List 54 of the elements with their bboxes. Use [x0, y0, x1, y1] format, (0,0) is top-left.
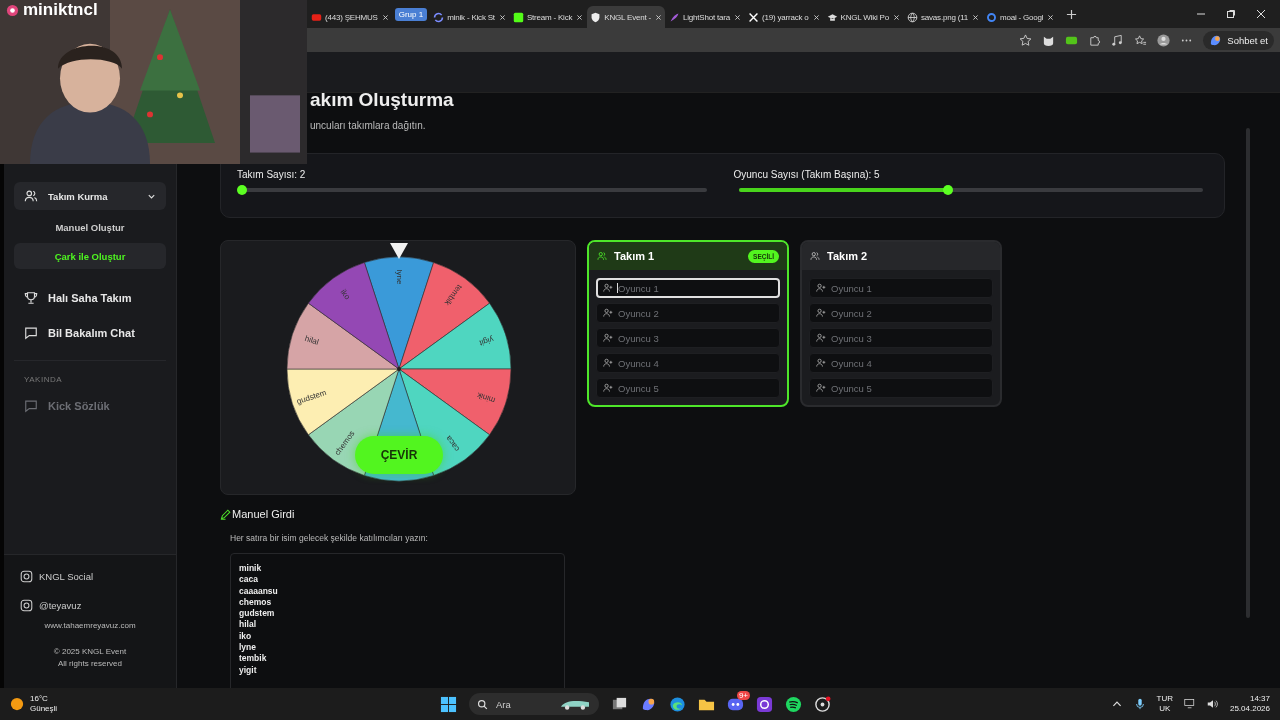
team-name: Takım 2	[827, 250, 868, 262]
nav-item[interactable]: Bil Bakalım Chat	[14, 319, 166, 347]
slider-label: Takım Sayısı: 2	[237, 169, 306, 180]
chat-button[interactable]: Sohbet et	[1203, 30, 1274, 50]
player-field[interactable]: Oyuncu 1	[809, 278, 993, 298]
notification-badge: 9+	[736, 690, 750, 700]
page-title: akım Oluşturma	[309, 90, 455, 110]
player-field[interactable]: Oyuncu 2	[596, 303, 780, 323]
weather-text: Güneşli	[30, 704, 58, 714]
browser-tab[interactable]: LightShot tara	[665, 6, 744, 28]
temperature-text: 16°C	[30, 694, 49, 704]
player-field[interactable]: Oyuncu 4	[809, 353, 993, 373]
copyright-text: © 2025 KNGL Event	[53, 646, 127, 658]
browser-tab[interactable]: moai - Googl	[983, 6, 1058, 28]
section-label: YAKINDA	[23, 375, 64, 384]
browser-tab[interactable]: (443) ŞEHMUS	[308, 6, 392, 28]
nav-subitem[interactable]: Çark ile Oluştur	[14, 243, 166, 269]
browser-tab[interactable]: (19) yarrack o	[745, 6, 823, 28]
browser-tab[interactable]: minik - Kick St	[430, 6, 509, 28]
browser-tab[interactable]: KNGL Wiki Po	[823, 6, 903, 28]
player-field[interactable]: Oyuncu 5	[596, 378, 780, 398]
segment-label: yigit	[478, 334, 495, 348]
browser-tab[interactable]: Stream - Kick	[509, 6, 587, 28]
player-field[interactable]: Oyuncu 4	[596, 353, 780, 373]
browser-tab[interactable]: savas.png (11	[904, 6, 983, 28]
website-link[interactable]: www.tahaemreyavuz.com	[44, 621, 136, 630]
clock[interactable]: 14:37 25.04.2026	[1229, 694, 1270, 714]
browser-tab[interactable]: KNGL Event -	[587, 6, 665, 28]
segment-label: iko	[338, 287, 352, 302]
channel-name: miniktncl	[23, 0, 98, 20]
segment-label: hilal	[303, 333, 320, 347]
section-title: Manuel Girdi	[232, 508, 295, 520]
player-field[interactable]: Oyuncu 3	[596, 328, 780, 348]
team-card[interactable]: Takım 2 Oyuncu 1 Oyuncu 2 Oyuncu 3 Oyuncu 4 Oyuncu 5	[800, 240, 1002, 407]
player-field[interactable]: Oyuncu 2	[809, 303, 993, 323]
spin-button[interactable]: ÇEVİR	[355, 436, 443, 474]
player-field[interactable]: Oyuncu 3	[809, 328, 993, 348]
player-field[interactable]: Oyuncu 5	[809, 378, 993, 398]
nav-item[interactable]: Takım Kurma	[14, 182, 166, 210]
segment-label: minik	[475, 390, 497, 405]
segment-label: lyne	[394, 269, 404, 285]
slider-label: Oyuncu Sayısı (Takım Başına): 5	[733, 169, 880, 180]
rights-text: All rights reserved	[58, 658, 122, 670]
input-hint: Her satıra bir isim gelecek şekilde katılımcıları yazın:	[230, 533, 429, 543]
social-link[interactable]: @teyavuz	[20, 596, 82, 614]
search-field[interactable]: Ara	[469, 693, 599, 715]
language-indicator[interactable]: TUR UK	[1156, 694, 1173, 714]
names-field[interactable]: minik caca caaaansu chemos gudstem hilal iko lyne tembik yigit	[230, 553, 565, 688]
page-subtitle: uncuları takımlara dağıtın.	[309, 120, 427, 131]
nav-item[interactable]: Halı Saha Takım	[14, 284, 166, 312]
nav-subitem[interactable]: Manuel Oluştur	[14, 214, 166, 240]
tab-group-label[interactable]: Grup 1	[394, 7, 428, 21]
social-link[interactable]: KNGL Social	[20, 567, 94, 585]
team-name: Takım 1	[614, 250, 655, 262]
